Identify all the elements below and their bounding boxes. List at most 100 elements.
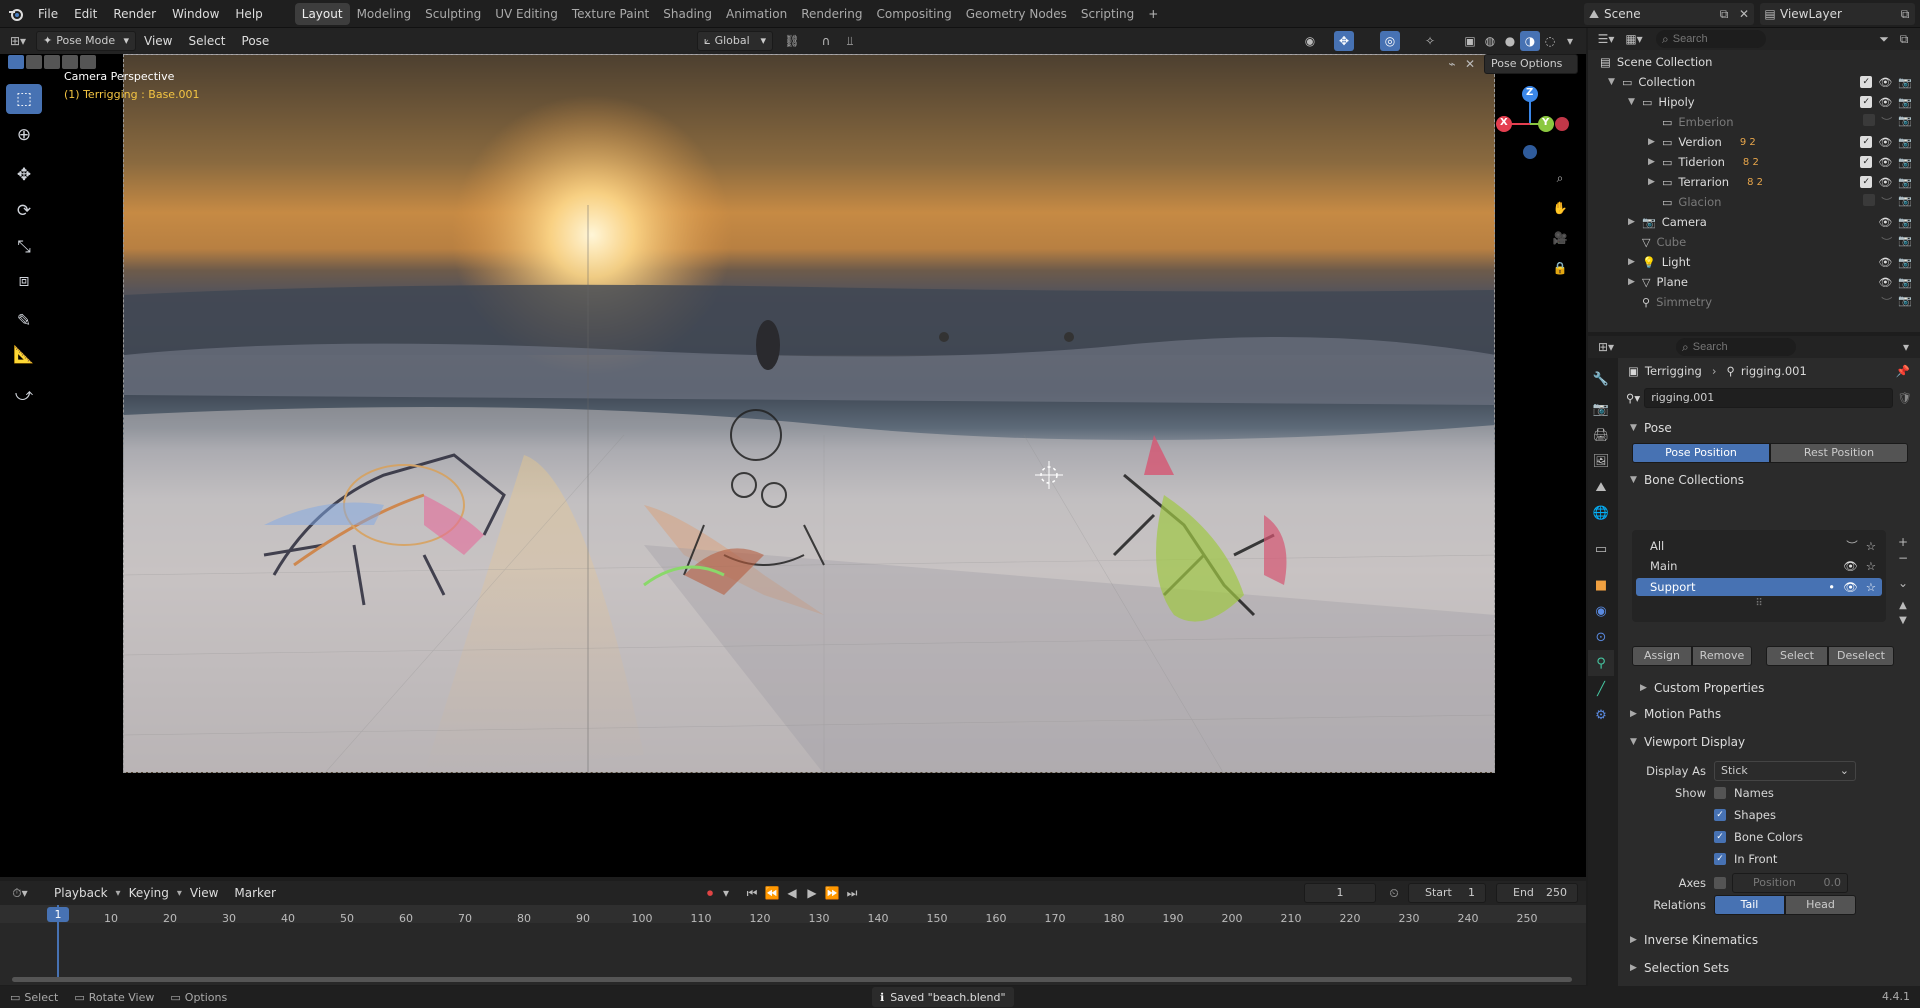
outliner-item[interactable]: ▭ Emberion ︶ 📷	[1588, 112, 1918, 132]
render-camera-icon[interactable]: 📷	[1898, 234, 1912, 250]
render-camera-icon[interactable]: 📷	[1898, 276, 1912, 289]
collection-menu-icon[interactable]: ⌄	[1894, 574, 1912, 592]
axes-checkbox[interactable]	[1714, 877, 1726, 889]
modifier-tab-icon[interactable]: ◉	[1588, 598, 1614, 624]
viewport-menu-view[interactable]: View	[136, 28, 180, 54]
rest-position-button[interactable]: Rest Position	[1770, 443, 1908, 463]
exclude-checkbox[interactable]	[1863, 114, 1876, 126]
eye-icon[interactable]: 👁	[1878, 76, 1892, 89]
exclude-checkbox[interactable]: ✓	[1860, 75, 1873, 88]
navigation-gizmo[interactable]: Z X Y	[1490, 84, 1570, 164]
blender-logo-icon[interactable]	[6, 4, 26, 24]
eye-icon[interactable]: 👁	[1878, 96, 1892, 109]
move-up-icon[interactable]: ▲	[1894, 598, 1912, 612]
pin-icon[interactable]: 📌	[1896, 364, 1910, 378]
bone-overlay-icon[interactable]: ✧	[1420, 31, 1440, 51]
outliner-item[interactable]: ▶ ▭ Tiderion 8 2 ✓ 👁 📷	[1588, 152, 1918, 172]
display-mode-icon[interactable]: ▦▾	[1624, 29, 1644, 49]
timeline-menu-playback[interactable]: Playback	[46, 881, 116, 905]
bone-constraint-tab-icon[interactable]: ⚙	[1588, 702, 1614, 728]
play-reverse-icon[interactable]: ◀	[782, 883, 802, 903]
rendered-shading-icon[interactable]: ◌	[1540, 31, 1560, 51]
outliner-item[interactable]: ▼ ▭ Collection ✓ 👁 📷	[1588, 72, 1918, 92]
data-name-field[interactable]: rigging.001	[1644, 388, 1894, 408]
snap-target-icon[interactable]: ⫫	[840, 31, 860, 51]
expand-arrow-icon[interactable]: ▶	[1648, 177, 1662, 187]
overlay-toggle-icon[interactable]: ◎	[1380, 31, 1400, 51]
new-collection-icon[interactable]: ⧉	[1894, 29, 1914, 49]
exclude-checkbox[interactable]: ✓	[1860, 135, 1873, 148]
relations-head-button[interactable]: Head	[1785, 895, 1856, 915]
mode-dropdown[interactable]: ✦ Pose Mode ▾	[36, 31, 136, 51]
render-camera-icon[interactable]: 📷	[1898, 156, 1912, 169]
outliner-item[interactable]: ▶ ▽ Plane 👁 📷	[1588, 272, 1918, 292]
move-down-icon[interactable]: ▼	[1894, 614, 1912, 628]
gizmo-toggle-icon[interactable]: ✥	[1334, 31, 1354, 51]
filter-icon[interactable]: ⏷	[1874, 29, 1894, 49]
camera-view-icon[interactable]: 🎥	[1550, 228, 1570, 248]
expand-arrow-icon[interactable]: ▶	[1628, 277, 1642, 287]
render-camera-icon[interactable]: 📷	[1898, 194, 1912, 210]
viewport-display-header[interactable]: ▼ Viewport Display	[1618, 730, 1920, 754]
shapes-checkbox[interactable]: ✓	[1714, 809, 1726, 821]
record-icon[interactable]: ⏺	[700, 883, 720, 903]
measure-tool-icon[interactable]: 📐	[6, 340, 42, 370]
collection-tab-icon[interactable]: ▭	[1588, 536, 1614, 562]
move-tool-icon[interactable]: ✥	[6, 160, 42, 190]
tab-modeling[interactable]: Modeling	[350, 3, 419, 25]
visibility-icon[interactable]: ◉	[1300, 31, 1320, 51]
tab-geometry-nodes[interactable]: Geometry Nodes	[959, 3, 1074, 25]
menu-window[interactable]: Window	[164, 0, 227, 28]
snap-icon[interactable]: ∩	[816, 31, 836, 51]
tab-texture-paint[interactable]: Texture Paint	[565, 3, 656, 25]
render-tab-icon[interactable]: 📷	[1588, 396, 1614, 422]
eye-icon[interactable]: 👁	[1878, 276, 1892, 289]
star-icon[interactable]: ☆	[1866, 580, 1876, 594]
render-camera-icon[interactable]: 📷	[1898, 256, 1912, 269]
outliner-item[interactable]: ▼ ▭ Hipoly ✓ 👁 📷	[1588, 92, 1918, 112]
outliner-item[interactable]: ▶ ▭ Terrarion 8 2 ✓ 👁 📷	[1588, 172, 1918, 192]
new-scene-icon[interactable]: ⧉	[1714, 4, 1734, 24]
render-camera-icon[interactable]: 📷	[1898, 96, 1912, 109]
armature-data-tab-icon[interactable]: ⚲	[1588, 650, 1614, 676]
solid-shading-icon[interactable]: ●	[1500, 31, 1520, 51]
exclude-checkbox[interactable]: ✓	[1860, 155, 1873, 168]
close-icon[interactable]: ✕	[1460, 54, 1480, 74]
exclude-checkbox[interactable]: ✓	[1860, 95, 1873, 108]
next-keyframe-icon[interactable]: ⏩	[822, 883, 842, 903]
jump-end-icon[interactable]: ⏭	[842, 883, 862, 903]
eye-icon[interactable]: 👁	[1878, 156, 1892, 169]
outliner-item[interactable]: ⚲ Simmetry ︶ 📷	[1588, 292, 1918, 312]
outliner-item[interactable]: ▶ 💡 Light 👁 📷	[1588, 252, 1918, 272]
outliner-item[interactable]: ▶ ▭ Verdion 9 2 ✓ 👁 📷	[1588, 132, 1918, 152]
add-collection-icon[interactable]: +	[1894, 534, 1912, 550]
properties-search[interactable]: ⌕	[1676, 338, 1796, 356]
viewport-3d[interactable]: ⬚ ⊕ ✥ ⟳ ⤡ ⧈ ✎ 📐 ⤻ Camera Perspective (1)…	[0, 54, 1586, 877]
properties-search-input[interactable]	[1692, 341, 1783, 353]
view-layer-tab-icon[interactable]: 🖼	[1588, 448, 1614, 474]
outliner-item[interactable]: ▽ Cube ︶ 📷	[1588, 232, 1918, 252]
eye-icon[interactable]: 👁	[1843, 559, 1858, 573]
prev-keyframe-icon[interactable]: ⏪	[762, 883, 782, 903]
select-tool-icon[interactable]: ⬚	[6, 84, 42, 114]
pose-position-button[interactable]: Pose Position	[1632, 443, 1770, 463]
render-camera-icon[interactable]: 📷	[1898, 114, 1912, 130]
expand-arrow-icon[interactable]: ▼	[1608, 77, 1622, 87]
select-intersect-icon[interactable]	[80, 55, 96, 69]
select-new-icon[interactable]	[8, 55, 24, 69]
eye-icon[interactable]: 👁	[1878, 176, 1892, 189]
deselect-button[interactable]: Deselect	[1828, 646, 1894, 666]
properties-editor-icon[interactable]: ⊞▾	[1596, 337, 1616, 357]
motion-paths-header[interactable]: ▶ Motion Paths	[1618, 702, 1920, 726]
transform-tool-icon[interactable]: ⧈	[6, 266, 42, 296]
transform-orientation-dropdown[interactable]: ⟀ Global ▾	[697, 31, 773, 51]
render-camera-icon[interactable]: 📷	[1898, 216, 1912, 229]
timeline-menu-marker[interactable]: Marker	[226, 881, 283, 905]
tab-scripting[interactable]: Scripting	[1074, 3, 1141, 25]
shading-options-icon[interactable]: ▾	[1560, 31, 1580, 51]
render-camera-icon[interactable]: 📷	[1898, 76, 1912, 89]
in-front-checkbox[interactable]: ✓	[1714, 853, 1726, 865]
menu-file[interactable]: File	[30, 0, 66, 28]
hidden-eye-icon[interactable]: ︶	[1881, 194, 1892, 210]
physics-tab-icon[interactable]: ⊙	[1588, 624, 1614, 650]
